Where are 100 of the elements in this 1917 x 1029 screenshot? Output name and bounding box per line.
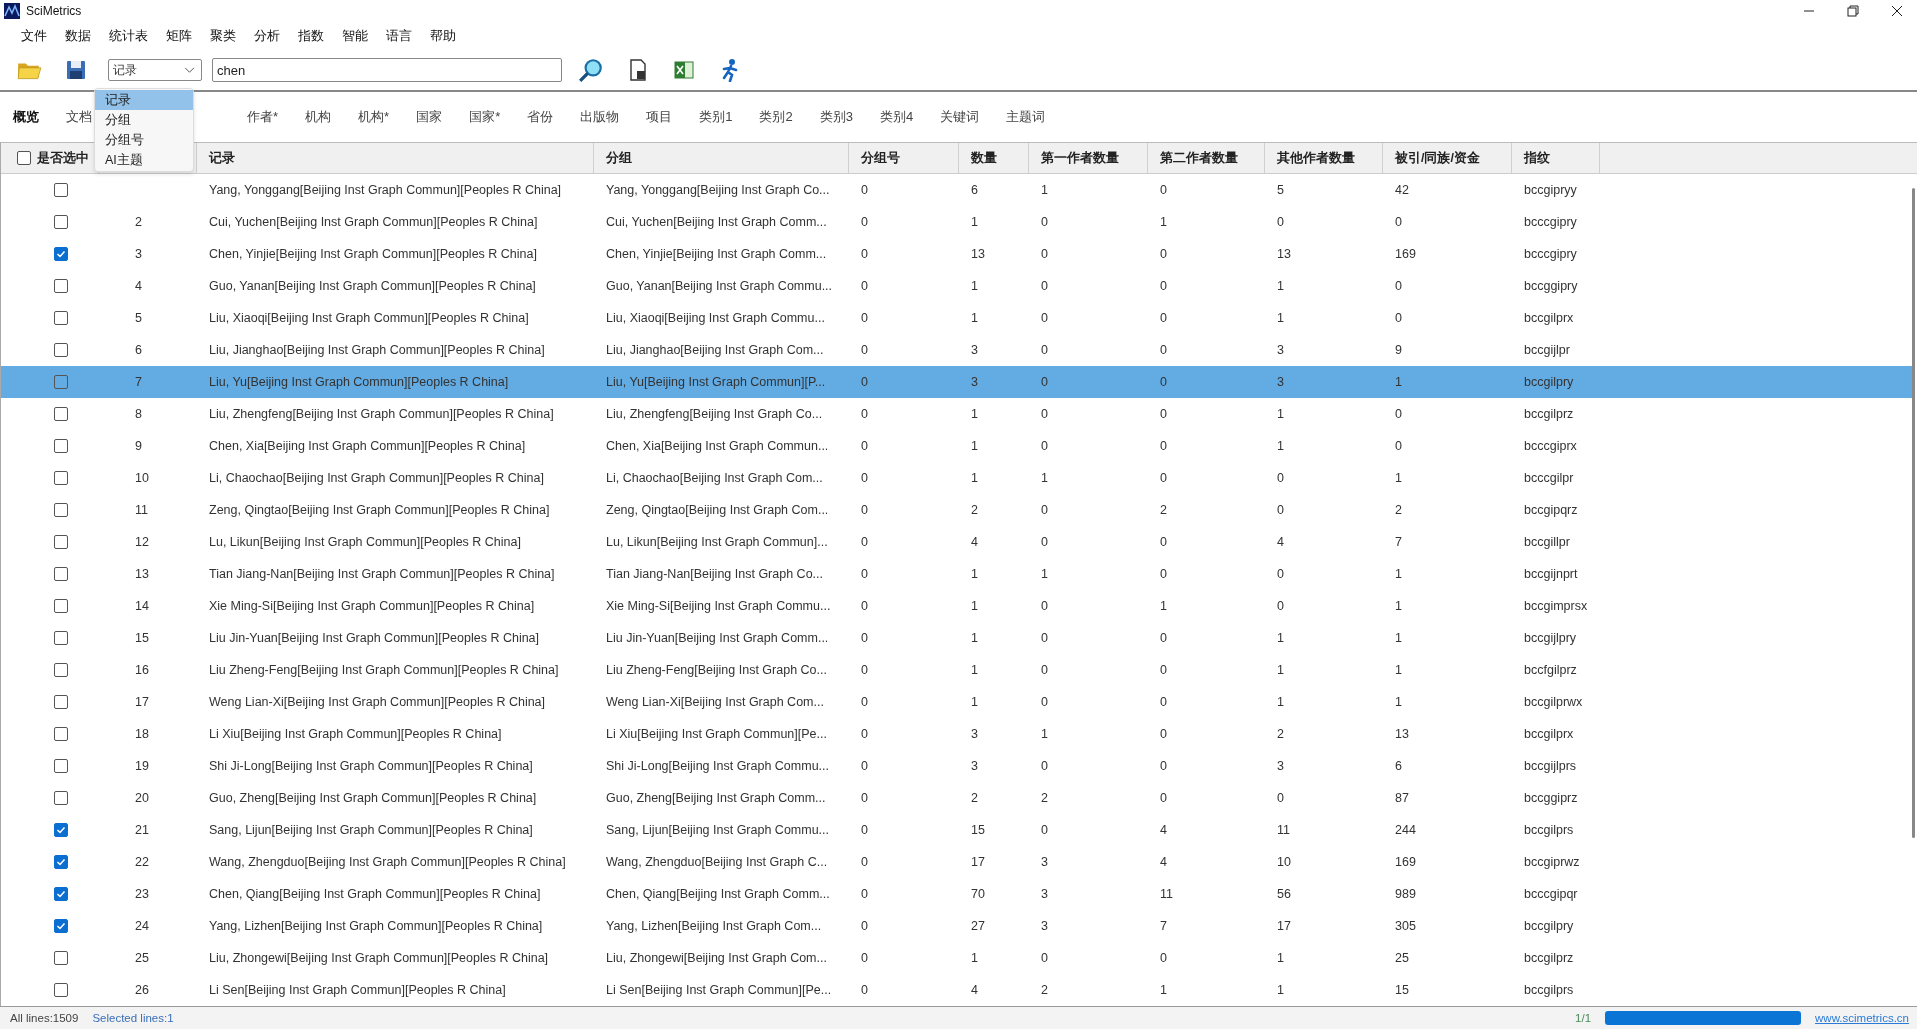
- table-row[interactable]: 23 Chen, Qiang[Beijing Inst Graph Commun][Peoples R China] Chen, Qiang[Beijing Inst Graph Comm... 0 70 3 11 56 989 bcccgipqr: [1, 878, 1912, 910]
- tab[interactable]: 类别4: [869, 102, 924, 132]
- row-checkbox[interactable]: [54, 311, 68, 325]
- tab[interactable]: 机构: [295, 102, 342, 132]
- row-checkbox[interactable]: [54, 471, 68, 485]
- column-header[interactable]: 被引/同族/资金: [1395, 149, 1480, 167]
- row-checkbox[interactable]: [54, 407, 68, 421]
- row-checkbox[interactable]: [54, 567, 68, 581]
- row-checkbox[interactable]: [54, 823, 68, 837]
- tab[interactable]: 出版物: [570, 102, 630, 132]
- menu-item[interactable]: 聚类: [201, 25, 245, 47]
- table-row[interactable]: 10 Li, Chaochao[Beijing Inst Graph Commun][Peoples R China] Li, Chaochao[Beijing Inst Graph Com... 0 1 1 0 0 1 bcccgilpr: [1, 462, 1912, 494]
- table-row[interactable]: 21 Sang, Lijun[Beijing Inst Graph Commun][Peoples R China] Sang, Lijun[Beijing Inst Graph Commu... 0 15 0 4 11 244 bccgilprs: [1, 814, 1912, 846]
- table-row[interactable]: 7 Liu, Yu[Beijing Inst Graph Commun][Peoples R China] Liu, Yu[Beijing Inst Graph Commun][P... 0 3 0 0 3 1 bccgilpry: [1, 366, 1912, 398]
- tab[interactable]: 关键词: [930, 102, 990, 132]
- tab[interactable]: 类别1: [689, 102, 743, 132]
- spreadsheet-icon[interactable]: [672, 58, 696, 82]
- row-checkbox[interactable]: [54, 791, 68, 805]
- restore-icon[interactable]: [1847, 5, 1859, 17]
- table-row[interactable]: 6 Liu, Jianghao[Beijing Inst Graph Commun][Peoples R China] Liu, Jianghao[Beijing Inst Graph Com... 0 3 0 0 3 9 bccgijlpr: [1, 334, 1912, 366]
- table-row[interactable]: 20 Guo, Zheng[Beijing Inst Graph Commun][Peoples R China] Guo, Zheng[Beijing Inst Graph Comm... 0 2 2 0 0 87 bccggiprz: [1, 782, 1912, 814]
- menu-item[interactable]: 数据: [56, 25, 100, 47]
- search-field[interactable]: chen: [212, 58, 562, 82]
- menu-item[interactable]: 语言: [377, 25, 421, 47]
- menu-item[interactable]: 帮助: [421, 25, 465, 47]
- row-checkbox[interactable]: [54, 503, 68, 517]
- dropdown-option[interactable]: 分组号: [95, 130, 193, 150]
- menu-item[interactable]: 矩阵: [157, 25, 201, 47]
- tab[interactable]: 项目: [636, 102, 683, 132]
- table-row[interactable]: 2 Cui, Yuchen[Beijing Inst Graph Commun][Peoples R China] Cui, Yuchen[Beijing Inst Graph Comm... 0 1 0 1 0 0 bcccgipry: [1, 206, 1912, 238]
- tab[interactable]: 类别2: [749, 102, 803, 132]
- row-checkbox[interactable]: [54, 599, 68, 613]
- row-checkbox[interactable]: [54, 663, 68, 677]
- table-row[interactable]: 15 Liu Jin-Yuan[Beijing Inst Graph Commun][Peoples R China] Liu Jin-Yuan[Beijing Inst Graph Comm... 0 1 0 0 1 1 bccgijlpry: [1, 622, 1912, 654]
- row-checkbox[interactable]: [54, 439, 68, 453]
- row-checkbox[interactable]: [54, 695, 68, 709]
- table-row[interactable]: 8 Liu, Zhengfeng[Beijing Inst Graph Commun][Peoples R China] Liu, Zhengfeng[Beijing Inst Graph Co... 0 1 0 0 1 0 bccgilprz: [1, 398, 1912, 430]
- column-header[interactable]: 数量: [971, 149, 997, 167]
- tab[interactable]: 类别3: [809, 102, 863, 132]
- column-header[interactable]: 分组号: [861, 149, 900, 167]
- website-link[interactable]: www.scimetrics.cn: [1815, 1012, 1917, 1024]
- table-row[interactable]: 13 Tian Jiang-Nan[Beijing Inst Graph Commun][Peoples R China] Tian Jiang-Nan[Beijing Inst Graph Co... 0 1 1 0 0 1 bccgijnprt: [1, 558, 1912, 590]
- table-row[interactable]: 12 Lu, Likun[Beijing Inst Graph Commun][Peoples R China] Lu, Likun[Beijing Inst Graph Commun]... 0 4 0 0 4 7 bccgillpr: [1, 526, 1912, 558]
- column-header[interactable]: 第二作者数量: [1160, 149, 1238, 167]
- column-header[interactable]: 其他作者数量: [1277, 149, 1355, 167]
- save-icon[interactable]: [64, 58, 88, 82]
- tab[interactable]: 主题词: [996, 102, 1056, 132]
- dropdown-option[interactable]: 记录: [95, 90, 193, 110]
- menu-item[interactable]: 统计表: [100, 25, 157, 47]
- dropdown-option[interactable]: AI主题: [95, 150, 193, 170]
- column-header[interactable]: 第一作者数量: [1041, 149, 1119, 167]
- row-checkbox[interactable]: [54, 183, 68, 197]
- tab[interactable]: 省份: [517, 102, 564, 132]
- row-checkbox[interactable]: [54, 855, 68, 869]
- menu-item[interactable]: 分析: [245, 25, 289, 47]
- table-row[interactable]: 5 Liu, Xiaoqi[Beijing Inst Graph Commun][Peoples R China] Liu, Xiaoqi[Beijing Inst Graph Commu... 0 1 0 0 1 0 bccgilprx: [1, 302, 1912, 334]
- table-row[interactable]: 22 Wang, Zhengduo[Beijing Inst Graph Commun][Peoples R China] Wang, Zhengduo[Beijing Inst Graph C... 0 17 3 4 10 169 bccgiprwz: [1, 846, 1912, 878]
- column-header[interactable]: 记录: [209, 149, 235, 167]
- select-all-checkbox[interactable]: [17, 151, 31, 165]
- row-checkbox[interactable]: [54, 919, 68, 933]
- table-row[interactable]: Yang, Yonggang[Beijing Inst Graph Commun][Peoples R China] Yang, Yonggang[Beijing Inst Graph Co... 0 6 1 0 5 42 bccgipryy: [1, 174, 1912, 206]
- table-row[interactable]: 18 Li Xiu[Beijing Inst Graph Commun][Peoples R China] Li Xiu[Beijing Inst Graph Commun][Pe... 0 3 1 0 2 13 bccgilprx: [1, 718, 1912, 750]
- table-row[interactable]: 19 Shi Ji-Long[Beijing Inst Graph Commun][Peoples R China] Shi Ji-Long[Beijing Inst Graph Commu... 0 3 0 0 3 6 bccgijlprs: [1, 750, 1912, 782]
- scrollbar-thumb[interactable]: [1912, 188, 1915, 838]
- row-checkbox[interactable]: [54, 759, 68, 773]
- row-checkbox[interactable]: [54, 247, 68, 261]
- menu-item[interactable]: 指数: [289, 25, 333, 47]
- tab[interactable]: 国家: [406, 102, 453, 132]
- table-row[interactable]: 17 Weng Lian-Xi[Beijing Inst Graph Commun][Peoples R China] Weng Lian-Xi[Beijing Inst Graph Com... 0 1 0 0 1 1 bccgilprwx: [1, 686, 1912, 718]
- row-checkbox[interactable]: [54, 951, 68, 965]
- close-icon[interactable]: [1891, 5, 1903, 17]
- search-icon[interactable]: [578, 57, 604, 83]
- table-row[interactable]: 14 Xie Ming-Si[Beijing Inst Graph Commun][Peoples R China] Xie Ming-Si[Beijing Inst Graph Commu... 0 1 0 1 0 1 bccgimprsx: [1, 590, 1912, 622]
- row-checkbox[interactable]: [54, 279, 68, 293]
- table-row[interactable]: 4 Guo, Yanan[Beijing Inst Graph Commun][Peoples R China] Guo, Yanan[Beijing Inst Graph Commu... 0 1 0 0 1 0 bccggipry: [1, 270, 1912, 302]
- row-checkbox[interactable]: [54, 631, 68, 645]
- column-header[interactable]: 指纹: [1524, 149, 1550, 167]
- column-header[interactable]: 是否选中: [37, 149, 89, 167]
- row-checkbox[interactable]: [54, 375, 68, 389]
- table-row[interactable]: 9 Chen, Xia[Beijing Inst Graph Commun][Peoples R China] Chen, Xia[Beijing Inst Graph Commun... 0 1 0 0 1 0 bcccgiprx: [1, 430, 1912, 462]
- table-row[interactable]: 24 Yang, Lizhen[Beijing Inst Graph Commun][Peoples R China] Yang, Lizhen[Beijing Inst Graph Com... 0 27 3 7 17 305 bccgilpry: [1, 910, 1912, 942]
- dropdown-option[interactable]: 分组: [95, 110, 193, 130]
- table-row[interactable]: 11 Zeng, Qingtao[Beijing Inst Graph Commun][Peoples R China] Zeng, Qingtao[Beijing Inst Graph Com... 0 2 0 2 0 2 bccgipqrz: [1, 494, 1912, 526]
- menu-item[interactable]: 文件: [12, 25, 56, 47]
- column-header[interactable]: 分组: [606, 149, 632, 167]
- tab[interactable]: 国家*: [459, 102, 511, 132]
- table-row[interactable]: 26 Li Sen[Beijing Inst Graph Commun][Peoples R China] Li Sen[Beijing Inst Graph Commun][Pe... 0 4 2 1 1 15 bccgilprs: [1, 974, 1912, 1006]
- tab[interactable]: 概览: [3, 102, 49, 132]
- row-checkbox[interactable]: [54, 983, 68, 997]
- table-row[interactable]: 16 Liu Zheng-Feng[Beijing Inst Graph Commun][Peoples R China] Liu Zheng-Feng[Beijing Inst Graph Co... 0 1 0 0 1 1 bccfgilprz: [1, 654, 1912, 686]
- record-type-select[interactable]: 记录: [108, 59, 202, 81]
- row-checkbox[interactable]: [54, 535, 68, 549]
- table-row[interactable]: 3 Chen, Yinjie[Beijing Inst Graph Commun][Peoples R China] Chen, Yinjie[Beijing Inst Graph Comm... 0 13 0 0 13 169 bcccgipry: [1, 238, 1912, 270]
- row-checkbox[interactable]: [54, 343, 68, 357]
- tab[interactable]: 机构*: [348, 102, 400, 132]
- menu-item[interactable]: 智能: [333, 25, 377, 47]
- row-checkbox[interactable]: [54, 215, 68, 229]
- tab[interactable]: 作者*: [237, 102, 289, 132]
- row-checkbox[interactable]: [54, 887, 68, 901]
- table-row[interactable]: 25 Liu, Zhongewi[Beijing Inst Graph Commun][Peoples R China] Liu, Zhongewi[Beijing Inst Graph Com... 0 1 0 0 1 25 bccgilprz: [1, 942, 1912, 974]
